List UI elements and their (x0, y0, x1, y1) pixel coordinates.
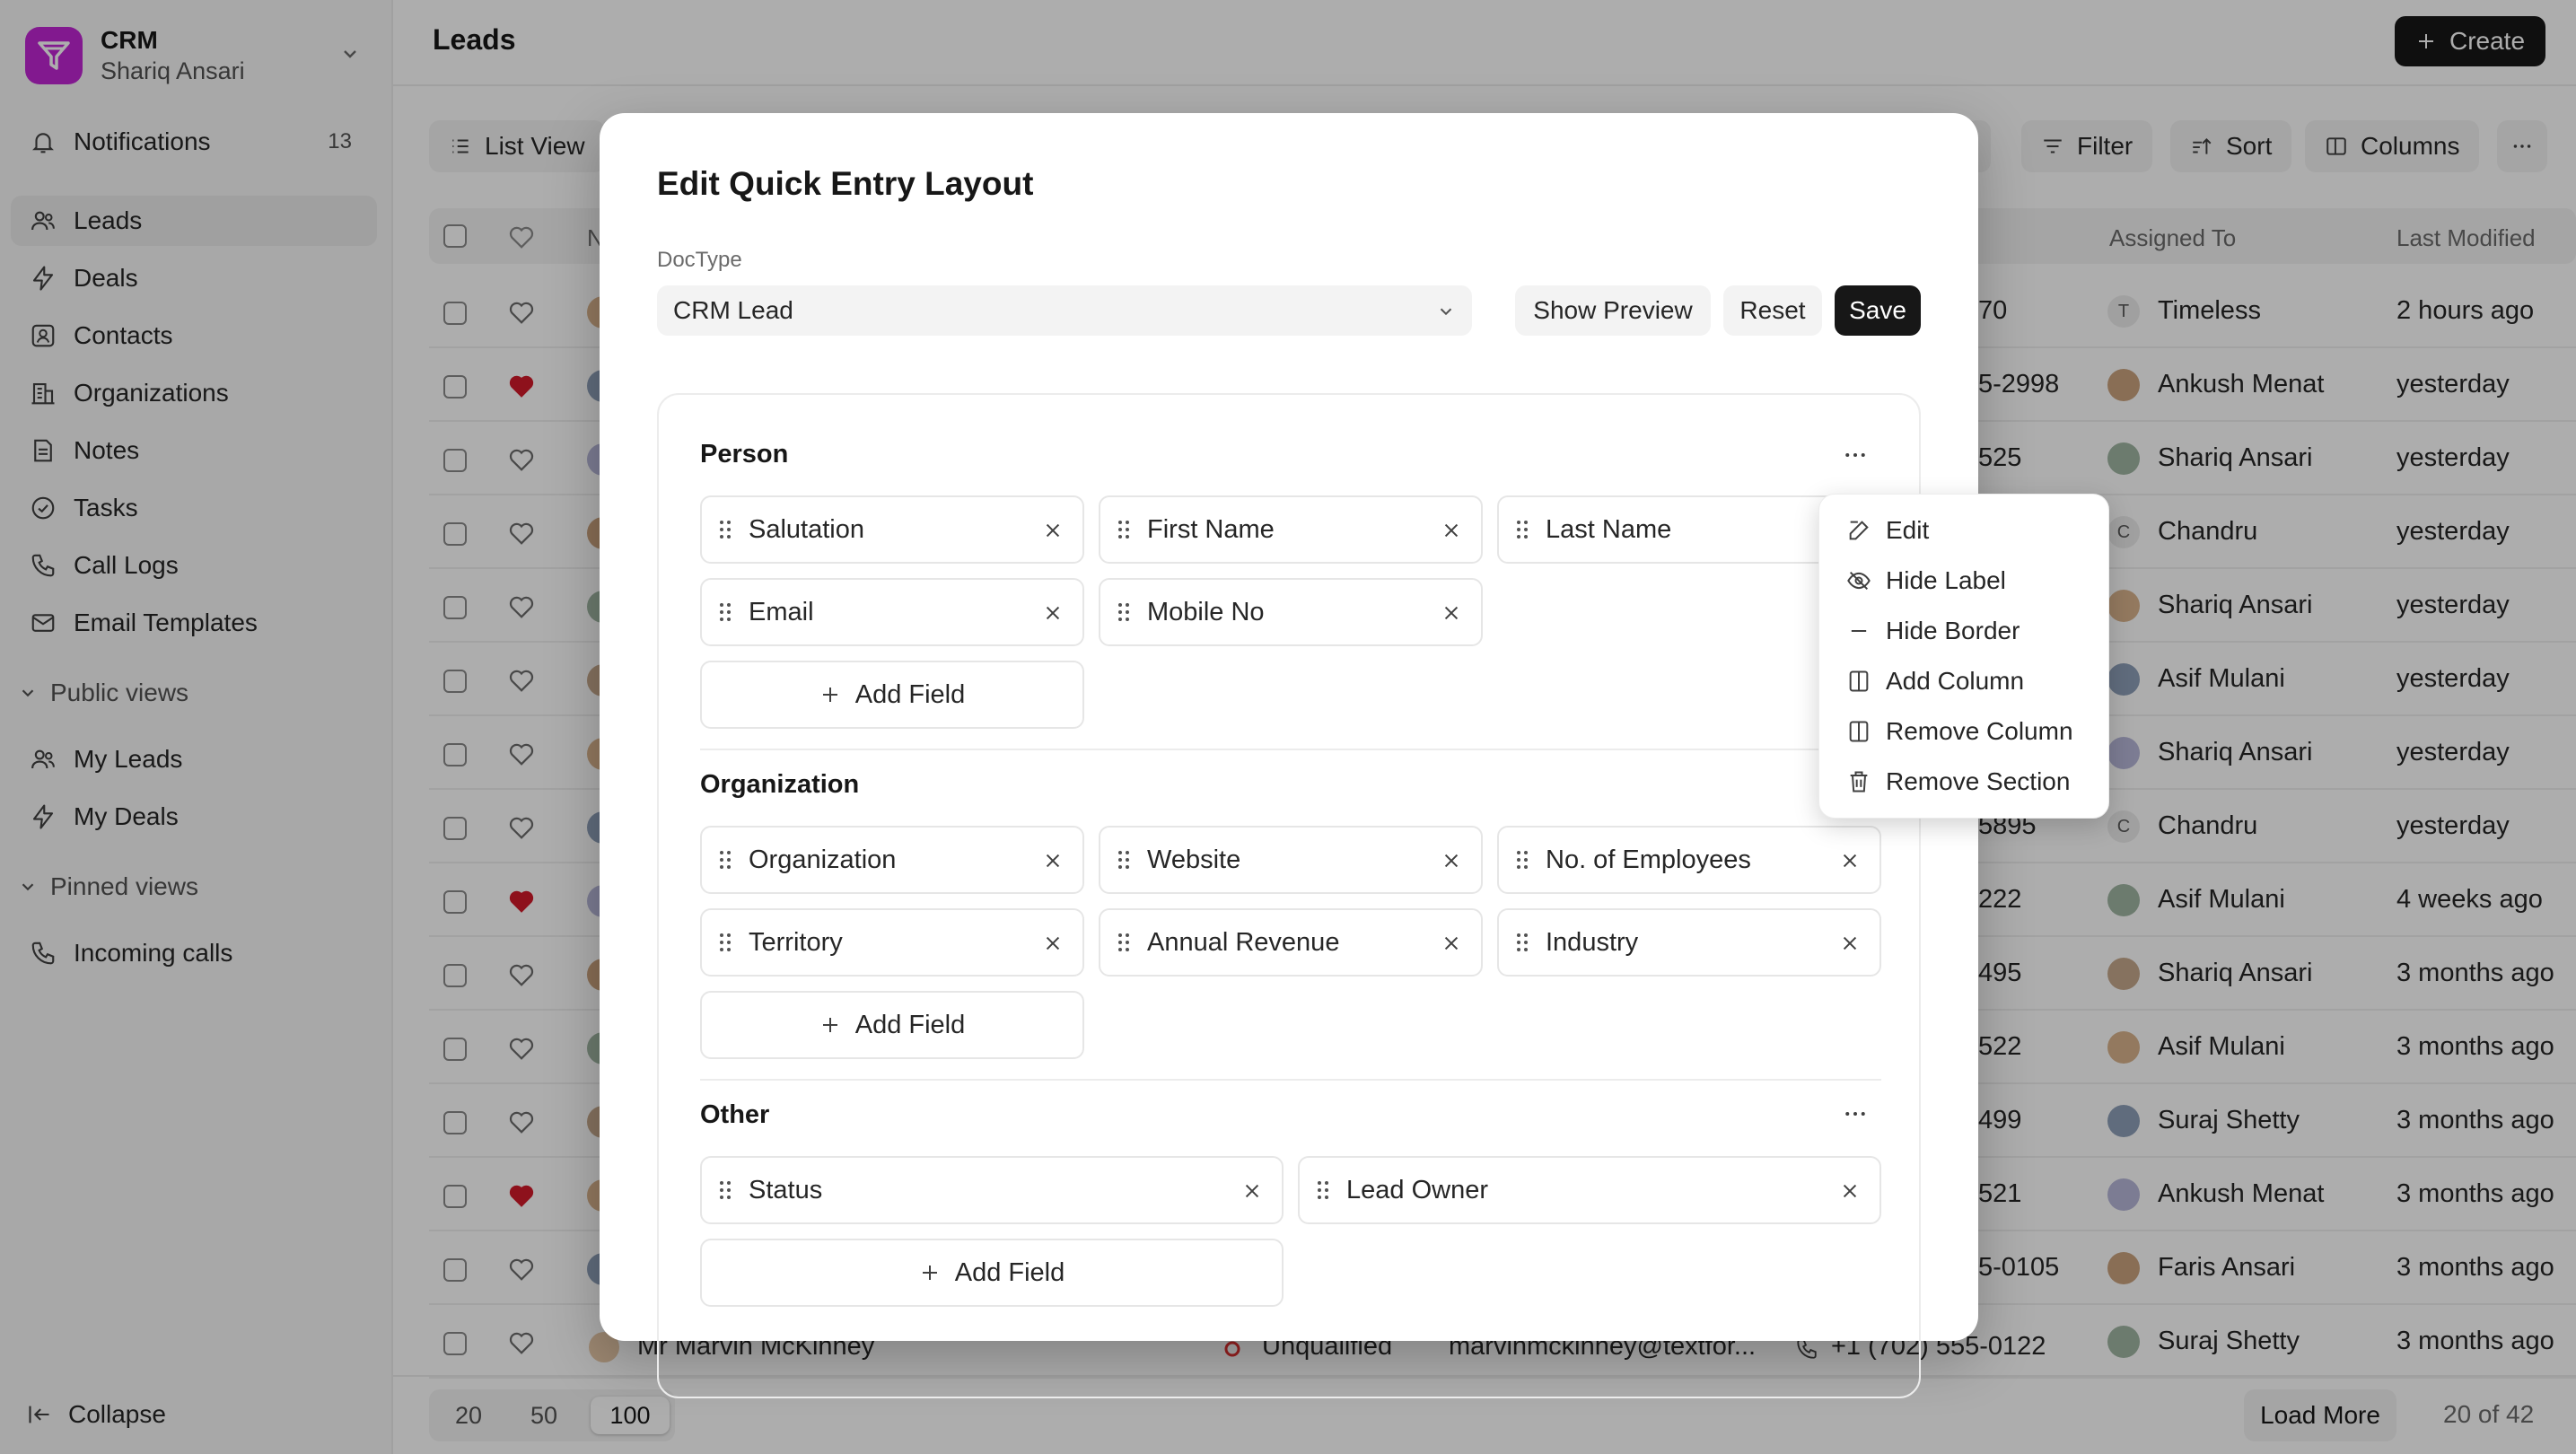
close-icon[interactable] (1242, 1181, 1262, 1201)
drag-handle-icon[interactable] (1515, 931, 1529, 954)
plus-icon (822, 688, 837, 702)
field-label: Territory (749, 927, 843, 957)
add-field-label: Add Field (854, 679, 966, 709)
save-button[interactable]: Save (1835, 285, 1921, 336)
field-label: Industry (1546, 927, 1639, 957)
edit-quick-entry-dialog: Edit Quick Entry Layout DocType CRM Lead… (600, 113, 1978, 1398)
drag-handle-icon[interactable] (718, 931, 732, 954)
field-mobile-no[interactable]: Mobile No (1099, 578, 1483, 646)
field-industry[interactable]: Industry (1497, 908, 1881, 977)
trash-icon (1850, 771, 1868, 793)
drag-handle-icon[interactable] (718, 1178, 732, 1202)
column-icon (1849, 721, 1869, 742)
field-label: First Name (1147, 514, 1275, 544)
menu-item-label: Hide Label (1886, 566, 2006, 594)
plus-icon (922, 1266, 937, 1280)
section-divider (700, 749, 1881, 750)
close-icon[interactable] (1043, 521, 1063, 540)
doctype-select[interactable]: CRM Lead (657, 285, 1472, 336)
add-field-label: Add Field (854, 1010, 966, 1039)
field-label: Salutation (749, 514, 864, 544)
close-icon[interactable] (1043, 603, 1063, 623)
menu-item-label: Add Column (1886, 667, 2025, 695)
add-field-button[interactable]: Add Field (700, 991, 1084, 1059)
section-title-organization: Organization (700, 770, 860, 799)
more-horizontal-icon[interactable] (1842, 442, 1869, 469)
field-territory[interactable]: Territory (700, 908, 1084, 977)
menu-item-edit[interactable]: Edit (1830, 507, 2099, 554)
menu-item-remove-section[interactable]: Remove Section (1830, 758, 2099, 805)
field-label: Lead Owner (1346, 1175, 1488, 1204)
column-icon (1849, 670, 1869, 692)
add-field-button[interactable]: Add Field (700, 661, 1084, 729)
close-icon[interactable] (1840, 851, 1860, 871)
close-icon[interactable] (1441, 851, 1461, 871)
show-preview-button[interactable]: Show Preview (1515, 285, 1711, 336)
field-label: Annual Revenue (1147, 927, 1340, 957)
drag-handle-icon[interactable] (1316, 1178, 1330, 1202)
close-icon[interactable] (1441, 603, 1461, 623)
menu-item-label: Remove Column (1886, 717, 2073, 745)
chevron-down-icon (1440, 308, 1452, 316)
minus-icon (1851, 629, 1867, 633)
add-field-button[interactable]: Add Field (700, 1239, 1284, 1307)
plus-icon (822, 1018, 837, 1032)
section-title-other: Other (700, 1100, 770, 1129)
section-divider (700, 1079, 1881, 1081)
doctype-label: DocType (657, 248, 742, 272)
menu-item-label: Remove Section (1886, 767, 2071, 795)
field-organization[interactable]: Organization (700, 826, 1084, 894)
drag-handle-icon[interactable] (1117, 518, 1131, 541)
drag-handle-icon[interactable] (1515, 518, 1529, 541)
field-lead-owner[interactable]: Lead Owner (1298, 1156, 1881, 1224)
dialog-title: Edit Quick Entry Layout (657, 165, 1034, 202)
field-label: No. of Employees (1546, 845, 1751, 874)
edit-icon (1849, 521, 1869, 540)
menu-item-label: Hide Border (1886, 617, 2020, 644)
field-first-name[interactable]: First Name (1099, 495, 1483, 564)
drag-handle-icon[interactable] (718, 600, 732, 624)
layout-editor: Person Salutation First Name Last Name E… (657, 393, 1921, 1398)
drag-handle-icon[interactable] (1117, 931, 1131, 954)
field-salutation[interactable]: Salutation (700, 495, 1084, 564)
field-email[interactable]: Email (700, 578, 1084, 646)
field-no-of-employees[interactable]: No. of Employees (1497, 826, 1881, 894)
field-label: Mobile No (1147, 597, 1265, 626)
field-annual-revenue[interactable]: Annual Revenue (1099, 908, 1483, 977)
drag-handle-icon[interactable] (1515, 848, 1529, 872)
menu-item-hide-border[interactable]: Hide Border (1830, 608, 2099, 654)
menu-item-hide-label[interactable]: Hide Label (1830, 557, 2099, 604)
add-field-label: Add Field (954, 1257, 1065, 1287)
close-icon[interactable] (1840, 1181, 1860, 1201)
field-label: Organization (749, 845, 897, 874)
close-icon[interactable] (1441, 521, 1461, 540)
close-icon[interactable] (1043, 933, 1063, 953)
more-horizontal-icon[interactable] (1842, 1100, 1869, 1127)
close-icon[interactable] (1840, 933, 1860, 953)
field-status[interactable]: Status (700, 1156, 1284, 1224)
field-label: Website (1147, 845, 1241, 874)
eye-off-icon (1847, 571, 1871, 591)
reset-button[interactable]: Reset (1723, 285, 1822, 336)
menu-item-label: Edit (1886, 516, 1930, 544)
doctype-value: CRM Lead (673, 296, 793, 324)
field-label: Email (749, 597, 814, 626)
section-options-menu: Edit Hide Label Hide Border Add Column R… (1818, 494, 2109, 819)
menu-item-add-column[interactable]: Add Column (1830, 658, 2099, 705)
drag-handle-icon[interactable] (1117, 600, 1131, 624)
field-website[interactable]: Website (1099, 826, 1483, 894)
close-icon[interactable] (1441, 933, 1461, 953)
field-label: Last Name (1546, 514, 1672, 544)
close-icon[interactable] (1043, 851, 1063, 871)
section-title-person: Person (700, 440, 789, 469)
drag-handle-icon[interactable] (718, 518, 732, 541)
drag-handle-icon[interactable] (718, 848, 732, 872)
drag-handle-icon[interactable] (1117, 848, 1131, 872)
menu-item-remove-column[interactable]: Remove Column (1830, 708, 2099, 755)
field-label: Status (749, 1175, 823, 1204)
